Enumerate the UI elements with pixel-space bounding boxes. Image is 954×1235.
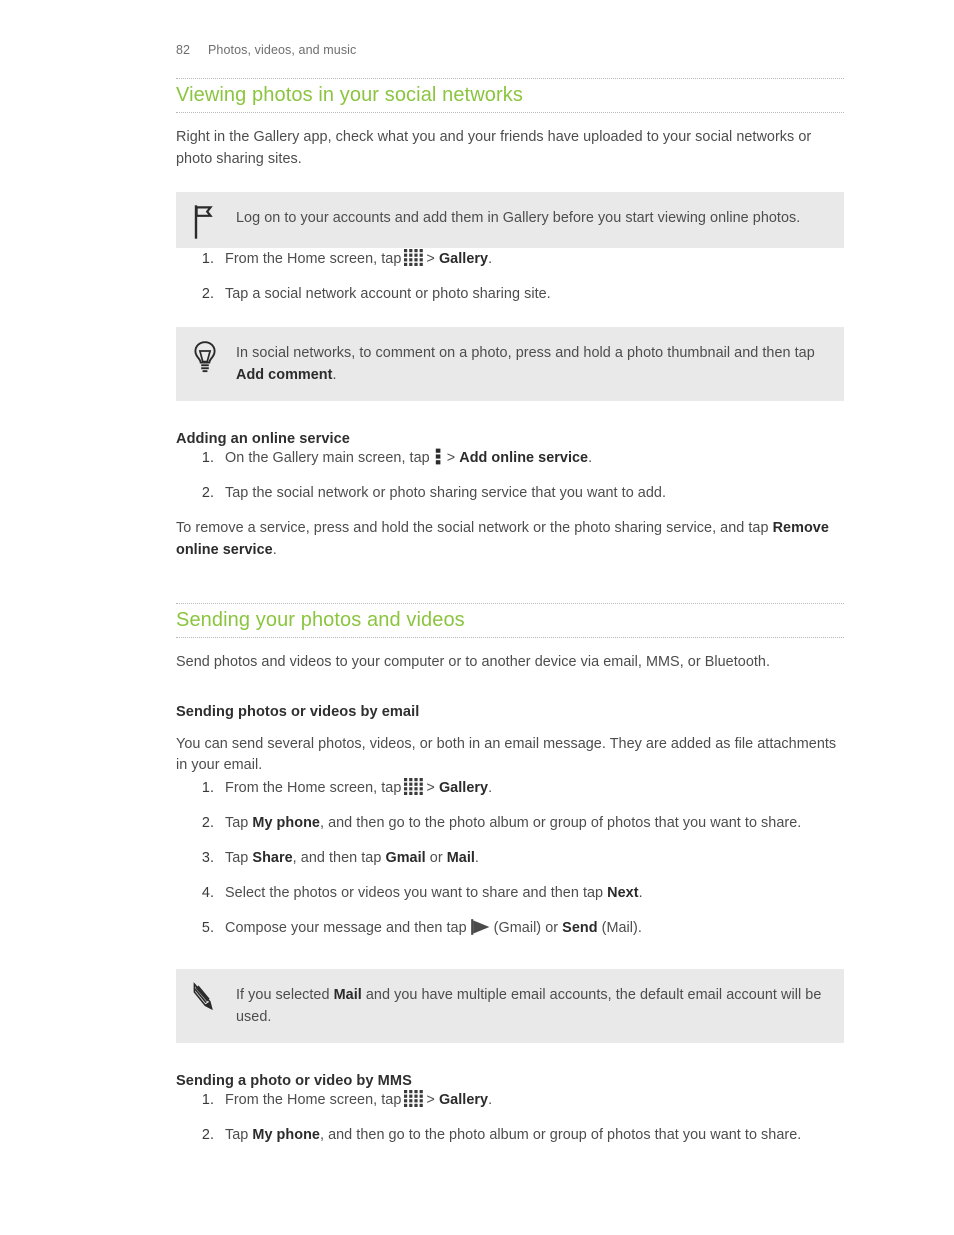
step-text-pre: From the Home screen, tap (225, 251, 402, 267)
step-text-bold3: Mail (446, 849, 475, 866)
list-item: 1. From the Home screen, tap > Gallery. (176, 777, 844, 799)
steps-adding-online-service: 1. On the Gallery main screen, tap > Add o… (176, 447, 844, 504)
flag-icon (192, 205, 222, 239)
section-heading-rule-1: Viewing photos in your social networks (176, 78, 844, 113)
step-text-post: . (638, 884, 643, 901)
page-number: 82 (176, 43, 191, 57)
step-text-bold: Gallery (438, 779, 489, 796)
step-text-post: . (488, 251, 493, 267)
step-number: 2. (201, 286, 214, 302)
callout-tip-text-pre: In social networks, to comment on a phot… (236, 345, 815, 361)
subsection-heading-email: Sending photos or videos by email (176, 703, 420, 720)
step-number: 1. (201, 450, 214, 466)
step-text-pre: Tap (225, 814, 249, 831)
step-text-mid: > (426, 251, 435, 267)
step-number: 2. (201, 814, 214, 831)
callout-note-pencil-bold: Mail (333, 986, 362, 1003)
step-number: 2. (201, 485, 214, 501)
subsection-outro: To remove a service, press and hold the … (176, 518, 844, 561)
callout-note-flag-text: Log on to your accounts and add them in … (236, 210, 801, 226)
step-text-bold: Next (607, 884, 639, 901)
step-text-pre: Compose your message and then tap (225, 919, 467, 936)
step-text-pre: Tap (225, 1126, 249, 1143)
list-item: 2. Tap a social network account or photo … (176, 283, 844, 305)
step-text-post: . (588, 450, 593, 466)
list-item: 2. Tap the social network or photo sharin… (176, 482, 844, 504)
send-arrow-icon (470, 918, 491, 935)
subsection-heading-adding-online-service: Adding an online service (176, 431, 350, 447)
step-text-mid3: or (429, 849, 443, 866)
apps-grid-icon (404, 249, 424, 266)
apps-grid-icon (404, 1089, 424, 1107)
step-text-mid2: , and then tap (292, 849, 382, 866)
steps-sending-by-email: 1. From the Home screen, tap > Gallery. 2.… (176, 777, 844, 939)
section-heading-viewing-photos: Viewing photos in your social networks (176, 84, 523, 106)
list-item: 5. Compose your message and then tap (Gmai… (176, 917, 844, 939)
step-text-bold: Gallery (438, 1091, 489, 1108)
step-text-post: , and then go to the photo album or grou… (319, 814, 802, 831)
list-item: 1. On the Gallery main screen, tap > Add o… (176, 447, 844, 469)
step-text-post: (Mail). (601, 919, 642, 936)
step-text-pre: On the Gallery main screen, tap (225, 450, 430, 466)
subsection-outro-pre: To remove a service, press and hold the … (176, 520, 769, 536)
step-number: 2. (201, 1126, 214, 1143)
manual-page: 82 Photos, videos, and music Viewing phot… (0, 0, 954, 1235)
pencil-icon (192, 981, 222, 1016)
callout-note-flag: Log on to your accounts and add them in … (176, 192, 844, 248)
callout-tip-text-bold: Add comment (236, 367, 333, 383)
step-text-mid: > (446, 450, 456, 466)
step-number: 1. (201, 251, 214, 267)
step-number: 1. (201, 779, 214, 796)
callout-note-pencil: If you selected Mail and you have multip… (176, 968, 844, 1043)
step-number: 1. (201, 1091, 214, 1108)
list-item: 4. Select the photos or videos you want t… (176, 882, 844, 904)
step-text-bold: Share (252, 849, 293, 866)
steps-sending-by-mms: 1. From the Home screen, tap > Gallery. 2.… (176, 1089, 844, 1146)
subsection-email-intro: You can send several photos, videos, or … (176, 735, 837, 774)
content-column: Viewing photos in your social networks R… (176, 78, 844, 1146)
section-2-intro: Send photos and videos to your computer … (176, 654, 771, 670)
list-item: 2. Tap My phone, and then go to the photo… (176, 812, 844, 834)
callout-tip-text-post: . (332, 367, 337, 383)
subsection-heading-mms: Sending a photo or video by MMS (176, 1072, 412, 1089)
callout-tip-lightbulb: In social networks, to comment on a phot… (176, 327, 844, 401)
overflow-menu-icon (435, 448, 442, 465)
step-text-bold2: Gmail (385, 849, 426, 866)
step-text-pre: Select the photos or videos you want to … (225, 884, 604, 901)
step-text-bold: Add online service (459, 450, 589, 466)
step-text-pre: From the Home screen, tap (225, 779, 402, 796)
running-header: 82 Photos, videos, and music (176, 43, 356, 57)
callout-note-pencil-pre: If you selected (236, 986, 330, 1003)
step-text-bold: Gallery (438, 251, 489, 267)
step-text-pre: From the Home screen, tap (225, 1091, 402, 1108)
step-text-post: . (488, 1091, 493, 1108)
step-number: 5. (201, 919, 214, 936)
steps-viewing-photos: 1. From the Home screen, tap > Gallery. 2.… (176, 248, 844, 305)
list-item: 3. Tap Share, and then tap Gmail or Mail. (176, 847, 844, 869)
step-text-post: , and then go to the photo album or grou… (319, 1126, 802, 1143)
apps-grid-icon (404, 777, 424, 795)
step-text: Tap the social network or photo sharing … (225, 485, 667, 501)
step-text-mid: > (426, 779, 435, 796)
section-heading-sending-photos: Sending your photos and videos (176, 609, 465, 631)
step-number: 3. (201, 849, 214, 866)
step-text-post: . (488, 779, 493, 796)
step-text-pre: Tap (225, 849, 249, 866)
section-1-intro: Right in the Gallery app, check what you… (176, 129, 812, 167)
subsection-outro-post: . (272, 541, 277, 558)
step-text-bold: My phone (252, 814, 320, 831)
step-text-post: . (474, 849, 479, 866)
step-number: 4. (201, 884, 214, 901)
list-item: 2. Tap My phone, and then go to the photo… (176, 1124, 844, 1146)
list-item: 1. From the Home screen, tap > Gallery. (176, 248, 844, 270)
list-item: 1. From the Home screen, tap > Gallery. (176, 1089, 844, 1111)
running-header-title: Photos, videos, and music (208, 43, 357, 57)
step-text-bold: Send (562, 919, 598, 936)
step-text-bold: My phone (252, 1126, 320, 1143)
section-heading-rule-2: Sending your photos and videos (176, 603, 844, 638)
lightbulb-icon (192, 340, 222, 374)
step-text: Tap a social network account or photo sh… (225, 286, 551, 302)
step-text-mid: > (426, 1091, 435, 1108)
step-text-mid: (Gmail) or (493, 919, 559, 936)
